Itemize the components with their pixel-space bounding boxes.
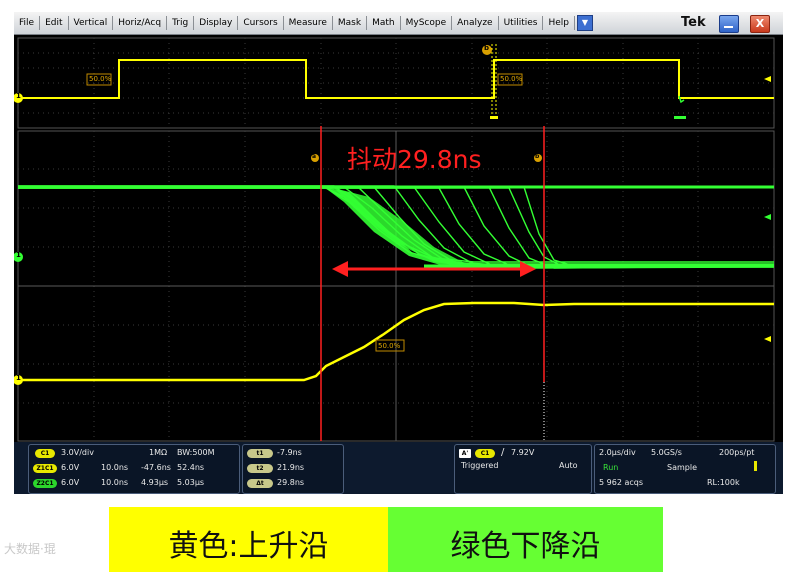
yellow-channel-marker: 1 bbox=[16, 374, 21, 382]
cursor-readout[interactable]: t1 -7.9ns t2 21.9ns Δt 29.8ns bbox=[242, 444, 344, 494]
sample-rate: 5.0GS/s bbox=[651, 448, 682, 457]
channel-readout[interactable]: C1 3.0V/div 1MΩ BW:500M Z1C1 6.0V 10.0ns… bbox=[28, 444, 240, 494]
readout-panel: C1 3.0V/div 1MΩ BW:500M Z1C1 6.0V 10.0ns… bbox=[14, 442, 783, 494]
overview-cursor-b-label: b bbox=[484, 44, 490, 52]
cursor-t2-value: 21.9ns bbox=[277, 463, 305, 472]
z2c1-zoom-scale: 10.0ns bbox=[101, 478, 129, 487]
z2c1-pos1: 4.93μs bbox=[141, 478, 169, 487]
cursor-t1-chip: t1 bbox=[247, 449, 273, 458]
record-length: RL:100k bbox=[707, 478, 740, 487]
watermark: 大数据·琨 bbox=[4, 542, 56, 556]
acquisition-readout[interactable]: 2.0μs/div 5.0GS/s 200ps/pt Run Sample 5 … bbox=[594, 444, 776, 494]
waveform-display bbox=[14, 37, 775, 442]
trigger-status: Triggered bbox=[461, 461, 499, 470]
ch1-bandwidth: BW:500M bbox=[177, 448, 215, 457]
oscilloscope-window: File Edit Vertical Horiz/Acq Trig Displa… bbox=[14, 12, 783, 494]
jitter-annotation: 抖动29.8ns bbox=[347, 145, 482, 174]
trigger-source-chip[interactable]: C1 bbox=[475, 449, 495, 458]
cursor-delta-value: 29.8ns bbox=[277, 478, 305, 487]
overview-ref-label-right: 50.0% bbox=[500, 75, 523, 83]
trigger-level: 7.92V bbox=[511, 448, 535, 457]
acq-count: 5 962 acqs bbox=[599, 478, 643, 487]
z1c1-pos2: 52.4ns bbox=[177, 463, 205, 472]
z2c1-pos2: 5.03μs bbox=[177, 478, 205, 487]
acq-state: Run bbox=[603, 463, 619, 472]
legend-yellow-rising-edge: 黄色:上升沿 bbox=[109, 507, 388, 572]
overview-ref-label-left: 50.0% bbox=[89, 75, 112, 83]
zoom-ref-label: 50.0% bbox=[378, 342, 401, 350]
trigger-slope-icon: / bbox=[501, 447, 505, 458]
timebase: 2.0μs/div bbox=[599, 448, 636, 457]
cursor-t1-value: -7.9ns bbox=[277, 448, 302, 457]
green-channel-marker: 1 bbox=[16, 251, 21, 259]
z2c1-scale: 6.0V bbox=[61, 478, 80, 487]
z1c1-zoom-scale: 10.0ns bbox=[101, 463, 129, 472]
z1c1-chip[interactable]: Z1C1 bbox=[33, 464, 57, 473]
legend-green-label: 绿色下降沿 bbox=[450, 529, 601, 564]
ch1-impedance: 1MΩ bbox=[149, 448, 168, 457]
overview-ch1-marker: 1 bbox=[16, 92, 21, 100]
acq-mode: Sample bbox=[667, 463, 697, 472]
legend-green-falling-edge: 绿色下降沿 bbox=[388, 507, 663, 572]
legend-yellow-label: 黄色:上升沿 bbox=[168, 529, 329, 564]
trigger-mode-chip: A' bbox=[459, 449, 471, 458]
ch1-chip[interactable]: C1 bbox=[35, 449, 55, 458]
overview-panel bbox=[14, 37, 775, 129]
cursor-b-label: b bbox=[535, 153, 540, 160]
trigger-position-icon bbox=[754, 461, 757, 471]
cursor-t2-chip: t2 bbox=[247, 464, 273, 473]
cursor-a-label: a bbox=[312, 153, 317, 160]
trigger-auto: Auto bbox=[559, 461, 578, 470]
z1c1-pos1: -47.6ns bbox=[141, 463, 171, 472]
resolution: 200ps/pt bbox=[719, 448, 755, 457]
z1c1-scale: 6.0V bbox=[61, 463, 80, 472]
trigger-readout[interactable]: A' C1 / 7.92V Triggered Auto bbox=[454, 444, 592, 494]
ch1-scale: 3.0V/div bbox=[61, 448, 94, 457]
z2c1-chip[interactable]: Z2C1 bbox=[33, 479, 57, 488]
cursor-delta-chip: Δt bbox=[247, 479, 273, 488]
